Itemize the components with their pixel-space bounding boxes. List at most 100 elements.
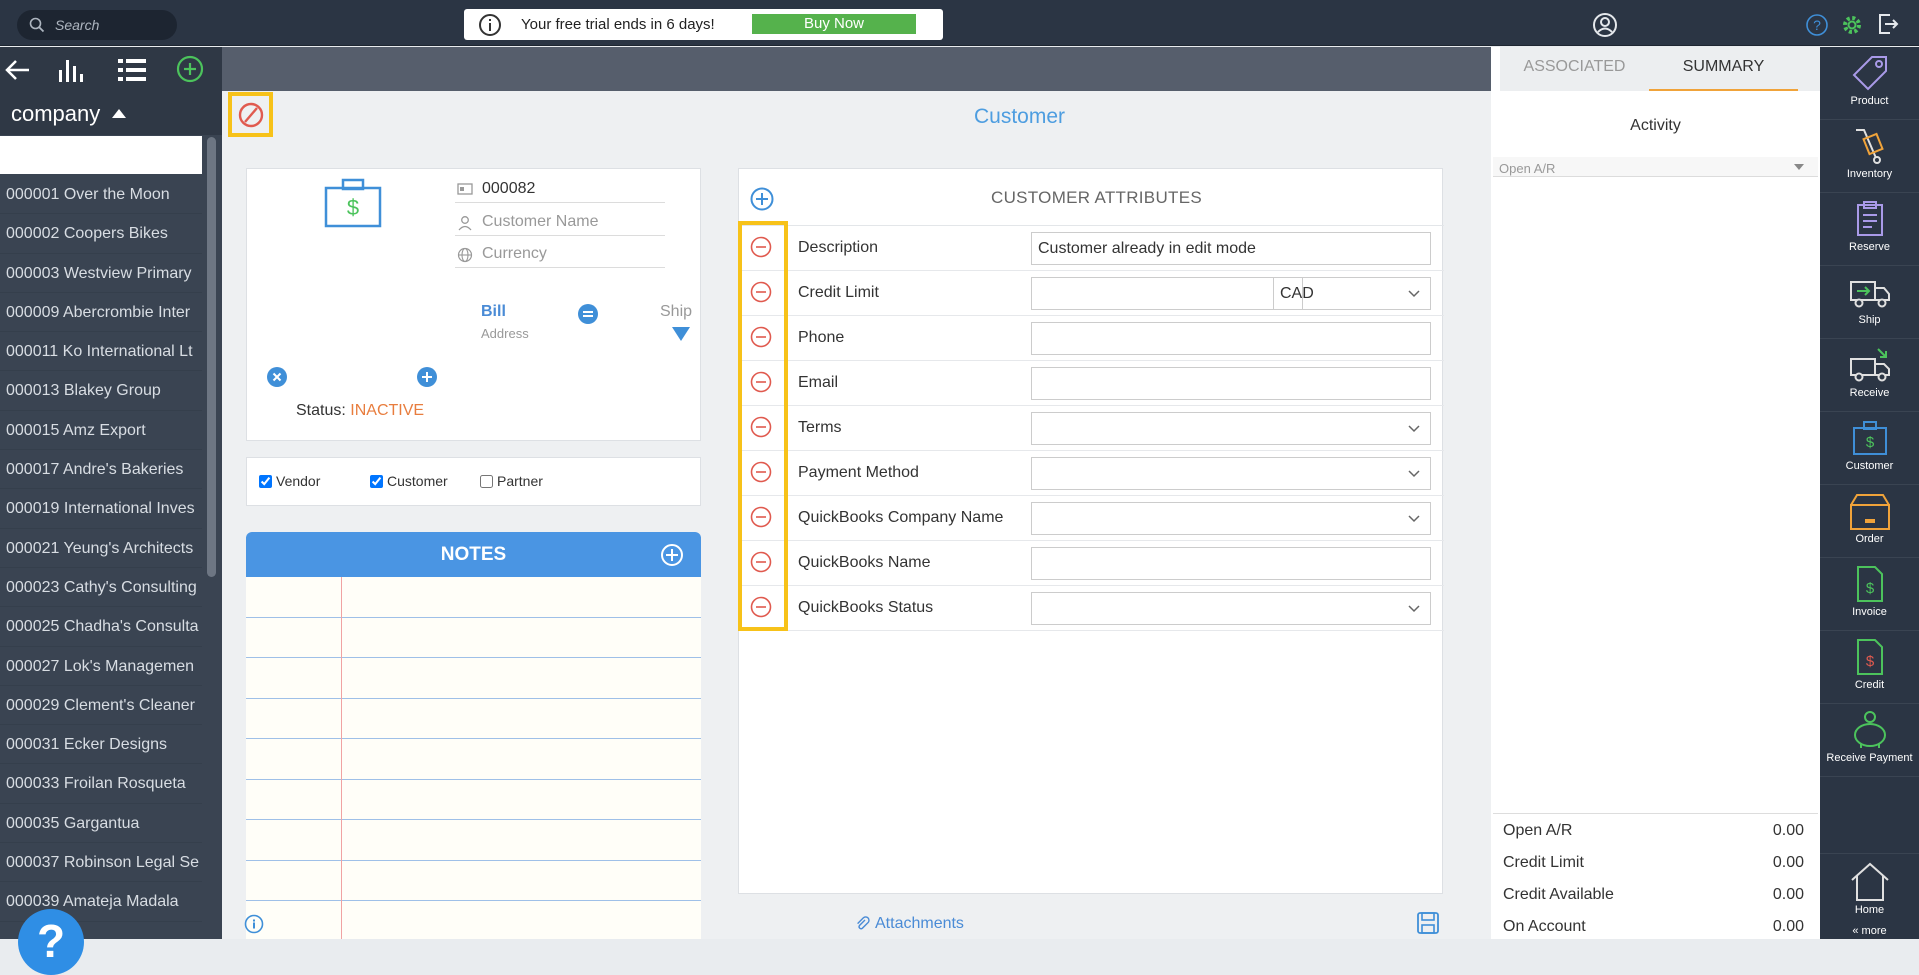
rail-reserve[interactable]: Reserve	[1820, 193, 1919, 266]
save-icon[interactable]	[1416, 911, 1440, 935]
rail-credit[interactable]: $ Credit	[1820, 631, 1919, 704]
note-line[interactable]	[246, 658, 701, 699]
ship-tab[interactable]: Ship	[660, 303, 692, 321]
attachments-link[interactable]: Attachments	[855, 915, 964, 933]
status-badge: INACTIVE	[350, 402, 425, 419]
add-address-icon[interactable]	[417, 367, 437, 387]
more-link[interactable]: « more	[1820, 925, 1919, 937]
bill-tab[interactable]: Bill	[481, 303, 506, 321]
description-input[interactable]: Customer already in edit mode	[1031, 232, 1431, 265]
qb-status-select[interactable]	[1031, 592, 1431, 625]
list-item[interactable]: 000013 Blakey Group	[0, 371, 202, 411]
rail-customer[interactable]: $ Customer	[1820, 412, 1919, 485]
rail-order[interactable]: Order	[1820, 485, 1919, 558]
back-arrow-icon[interactable]	[4, 58, 30, 82]
customer-number-value: 000082	[482, 180, 536, 197]
list-filter[interactable]	[0, 136, 202, 174]
vendor-check[interactable]	[259, 474, 272, 488]
help-fab-button[interactable]: ?	[18, 909, 84, 975]
list-scrollbar[interactable]	[207, 137, 216, 577]
attribute-row: Email	[739, 361, 1444, 406]
payment-method-select[interactable]	[1031, 457, 1431, 490]
rail-inventory[interactable]: Inventory	[1820, 120, 1919, 193]
equal-toggle-icon[interactable]	[578, 304, 598, 324]
partner-check[interactable]	[480, 474, 493, 488]
note-line[interactable]	[246, 618, 701, 658]
list-item[interactable]: 000001 Over the Moon	[0, 175, 202, 215]
tab-associated[interactable]: ASSOCIATED	[1500, 47, 1649, 91]
info-icon[interactable]	[244, 914, 264, 934]
rail-receive-payment[interactable]: Receive Payment	[1820, 704, 1919, 777]
rail-product[interactable]: Product	[1820, 47, 1919, 120]
note-line[interactable]	[246, 577, 701, 618]
note-line[interactable]	[246, 780, 701, 820]
page-title: Customer	[974, 105, 1066, 128]
user-account-icon[interactable]	[1592, 12, 1618, 38]
list-item[interactable]: 000017 Andre's Bakeries	[0, 450, 202, 490]
logout-icon[interactable]	[1876, 12, 1900, 36]
list-item[interactable]: 000015 Amz Export	[0, 411, 202, 451]
list-item[interactable]: 000011 Ko International Lt	[0, 332, 202, 372]
email-input[interactable]	[1031, 367, 1431, 400]
note-line[interactable]	[246, 820, 701, 861]
cancel-edit-button[interactable]	[228, 92, 273, 137]
currency-select-value: CAD	[1280, 285, 1314, 302]
list-item[interactable]: 000025 Chadha's Consulta	[0, 607, 202, 647]
remove-buttons-highlight	[738, 221, 788, 631]
currency-field[interactable]: Currency	[455, 242, 665, 268]
remove-address-icon[interactable]	[267, 367, 287, 387]
list-item[interactable]: 000029 Clement's Cleaner	[0, 686, 202, 726]
attribute-row: Description Customer already in edit mod…	[739, 226, 1444, 271]
rail-ship[interactable]: Ship	[1820, 266, 1919, 339]
search-box[interactable]	[17, 10, 177, 40]
customer-number-field[interactable]: 000082	[455, 177, 665, 203]
add-attribute-icon[interactable]	[750, 187, 774, 211]
add-circle-icon[interactable]	[176, 55, 204, 83]
attribute-row: QuickBooks Company Name	[739, 496, 1444, 541]
rail-home[interactable]: Home	[1820, 853, 1919, 926]
add-note-icon[interactable]	[660, 543, 684, 567]
list-item[interactable]: 000009 Abercrombie Inter	[0, 293, 202, 333]
search-input[interactable]	[55, 17, 165, 33]
list-item[interactable]: 000021 Yeung's Architects	[0, 529, 202, 568]
list-item[interactable]: 000035 Gargantua	[0, 804, 202, 844]
note-line[interactable]	[246, 861, 701, 901]
list-icon[interactable]	[118, 57, 146, 83]
phone-input[interactable]	[1031, 322, 1431, 355]
rail-receive[interactable]: Receive	[1820, 339, 1919, 412]
terms-select[interactable]	[1031, 412, 1431, 445]
currency-select[interactable]: CAD	[1273, 277, 1431, 310]
rail-invoice[interactable]: $ Invoice	[1820, 558, 1919, 631]
trial-message: Your free trial ends in 6 days!	[521, 16, 715, 33]
credit-limit-input[interactable]	[1031, 277, 1303, 310]
qb-name-input[interactable]	[1031, 547, 1431, 580]
help-icon[interactable]: ?	[1806, 14, 1828, 36]
tab-summary[interactable]: SUMMARY	[1649, 47, 1798, 91]
customer-name-field[interactable]: Customer Name	[455, 210, 665, 236]
list-item[interactable]: 000003 Westview Primary	[0, 254, 202, 293]
partner-checkbox[interactable]: Partner	[480, 473, 543, 489]
home-icon	[1850, 862, 1889, 901]
bar-chart-icon[interactable]	[56, 56, 84, 84]
gear-icon[interactable]	[1840, 13, 1864, 37]
list-item[interactable]: 000037 Robinson Legal Se	[0, 843, 202, 883]
svg-text:$: $	[1865, 434, 1874, 451]
list-item[interactable]: 000031 Ecker Designs	[0, 725, 202, 765]
buy-now-button[interactable]: Buy Now	[752, 14, 916, 34]
attribute-row: Phone	[739, 316, 1444, 361]
note-line[interactable]	[246, 699, 701, 739]
list-item[interactable]: 000033 Froilan Rosqueta	[0, 764, 202, 804]
customer-check[interactable]	[370, 474, 383, 488]
note-line[interactable]	[246, 739, 701, 780]
list-item[interactable]: 000027 Lok's Managemen	[0, 647, 202, 686]
list-item[interactable]: 000023 Cathy's Consulting	[0, 568, 202, 608]
left-toolbar	[0, 47, 222, 93]
list-item[interactable]: 000019 International Inves	[0, 489, 202, 529]
vendor-checkbox[interactable]: Vendor	[259, 473, 320, 489]
company-sort-header[interactable]: company	[0, 93, 222, 135]
list-item[interactable]: 000002 Coopers Bikes	[0, 214, 202, 254]
activity-filter-dropdown[interactable]: Open A/R	[1493, 157, 1818, 177]
qb-company-name-select[interactable]	[1031, 502, 1431, 535]
customer-checkbox[interactable]: Customer	[370, 473, 448, 489]
ship-dropdown-icon[interactable]	[672, 327, 690, 341]
